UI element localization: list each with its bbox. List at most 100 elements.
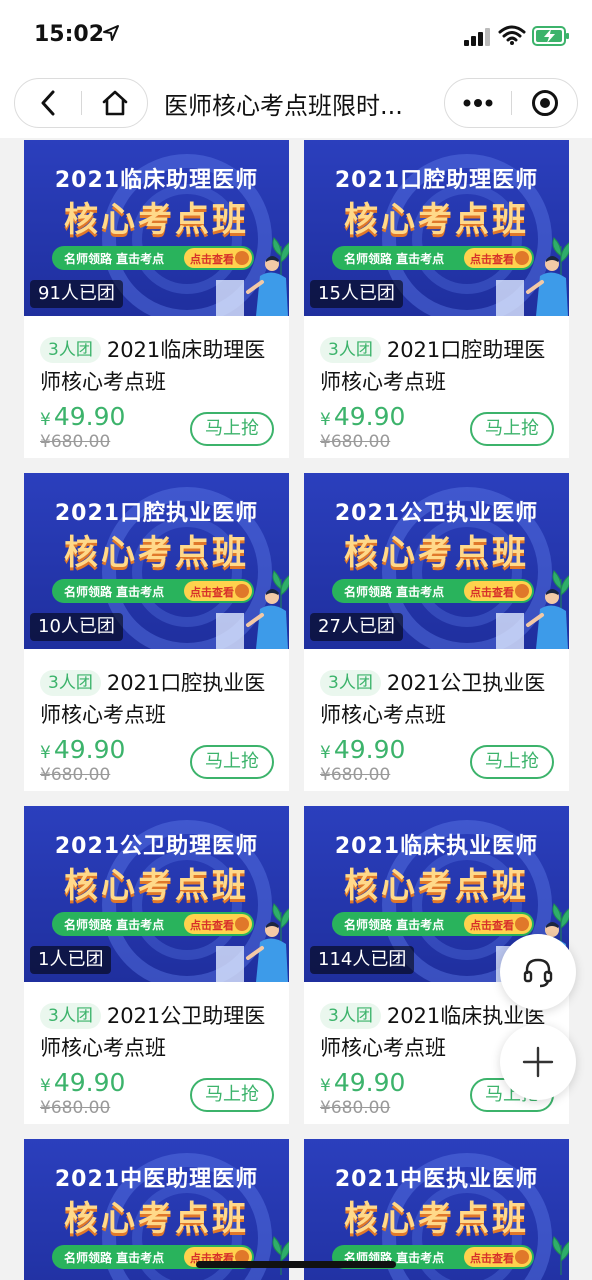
chevron-left-icon — [41, 90, 55, 116]
price-value: 49.90 — [333, 402, 406, 431]
status-bar: 15:02 — [0, 0, 592, 70]
banner-title: 2021临床助理医师 — [54, 168, 259, 193]
banner-subtitle: 核心考点班 — [344, 533, 529, 573]
product-card[interactable]: 2021公卫执业医师 核心考点班 名师领路 直击考点 点击查看 27人已团 3人… — [304, 473, 569, 791]
banner-strip: 名师领路 直击考点 点击查看 — [332, 579, 534, 603]
product-name-row: 3人团 2021公卫助理医师核心考点班 — [40, 1000, 280, 1064]
price-value: 49.90 — [53, 1068, 126, 1097]
play-icon — [515, 1250, 529, 1264]
more-dots-icon — [463, 99, 493, 107]
person-illustration — [246, 256, 288, 316]
leaf-illustration — [552, 1236, 569, 1275]
strip-text: 名师领路 直击考点 — [64, 918, 165, 932]
banner-strip: 名师领路 直击考点 点击查看 — [52, 912, 254, 936]
price: ¥49.90 — [40, 735, 126, 764]
strip-text: 名师领路 直击考点 — [64, 252, 165, 266]
person-illustration — [526, 589, 568, 649]
banner-subtitle: 核心考点班 — [64, 866, 249, 906]
signal-icon — [464, 28, 490, 46]
price: ¥49.90 — [320, 735, 406, 764]
product-banner: 2021公卫执业医师 核心考点班 名师领路 直击考点 点击查看 27人已团 — [304, 473, 569, 649]
add-button[interactable] — [500, 1024, 576, 1100]
banner-title: 2021临床执业医师 — [334, 834, 539, 859]
product-banner: 2021口腔执业医师 核心考点班 名师领路 直击考点 点击查看 10人已团 — [24, 473, 289, 649]
status-time: 15:02 — [34, 22, 105, 47]
price: ¥49.90 — [320, 1068, 406, 1097]
original-price: ¥680.00 — [40, 765, 111, 785]
more-button[interactable] — [445, 79, 511, 127]
original-price: ¥680.00 — [320, 765, 391, 785]
buy-now-button[interactable]: 马上抢 — [470, 745, 554, 779]
original-price: ¥680.00 — [40, 1098, 111, 1118]
strip-text: 名师领路 直击考点 — [344, 252, 445, 266]
team-tag: 3人团 — [40, 1003, 101, 1029]
product-banner: 2021中医助理医师 核心考点班 名师领路 直击考点 点击查看 — [24, 1139, 289, 1280]
joined-count: 91人已团 — [30, 280, 123, 308]
price: ¥49.90 — [40, 1068, 126, 1097]
team-tag: 3人团 — [40, 670, 101, 696]
product-card[interactable]: 2021中医助理医师 核心考点班 名师领路 直击考点 点击查看 — [24, 1139, 289, 1280]
home-button[interactable] — [82, 79, 148, 127]
page-title: 医师核心考点班限时... — [164, 92, 403, 120]
customer-service-button[interactable] — [500, 934, 576, 1010]
strip-text: 名师领路 直击考点 — [344, 585, 445, 599]
product-name-row: 3人团 2021临床助理医师核心考点班 — [40, 334, 280, 398]
illustration-screen — [216, 946, 244, 982]
price: ¥49.90 — [320, 402, 406, 431]
home-icon — [102, 90, 128, 116]
product-card[interactable]: 2021口腔助理医师 核心考点班 名师领路 直击考点 点击查看 15人已团 3人… — [304, 140, 569, 458]
joined-count: 27人已团 — [310, 613, 403, 641]
mini-program-capsule — [444, 78, 578, 128]
product-banner: 2021公卫助理医师 核心考点班 名师领路 直击考点 点击查看 1人已团 — [24, 806, 289, 982]
price: ¥49.90 — [40, 402, 126, 431]
illustration-screen — [216, 613, 244, 649]
plus-icon — [522, 1046, 554, 1078]
buy-now-button[interactable]: 马上抢 — [190, 745, 274, 779]
banner-title: 2021中医执业医师 — [334, 1167, 539, 1192]
nav-pill — [14, 78, 148, 128]
banner-title: 2021中医助理医师 — [54, 1167, 259, 1192]
banner-subtitle: 核心考点班 — [344, 1199, 529, 1239]
strip-text: 名师领路 直击考点 — [64, 585, 165, 599]
banner-subtitle: 核心考点班 — [64, 200, 249, 240]
person-illustration — [246, 589, 288, 649]
wifi-icon — [498, 25, 526, 45]
person-illustration — [526, 256, 568, 316]
product-card[interactable]: 2021临床助理医师 核心考点班 名师领路 直击考点 点击查看 91人已团 3人… — [24, 140, 289, 458]
banner-subtitle: 核心考点班 — [64, 1199, 249, 1239]
price-value: 49.90 — [333, 735, 406, 764]
team-tag: 3人团 — [320, 337, 381, 363]
product-card[interactable]: 2021口腔执业医师 核心考点班 名师领路 直击考点 点击查看 10人已团 3人… — [24, 473, 289, 791]
buy-now-button[interactable]: 马上抢 — [190, 412, 274, 446]
joined-count: 15人已团 — [310, 280, 403, 308]
close-button[interactable] — [512, 79, 578, 127]
banner-title: 2021公卫执业医师 — [334, 501, 539, 526]
banner-strip: 名师领路 直击考点 点击查看 — [332, 246, 534, 270]
team-tag: 3人团 — [320, 670, 381, 696]
banner-subtitle: 核心考点班 — [64, 533, 249, 573]
card-info: 3人团 2021临床助理医师核心考点班 ¥49.90 ¥680.00 马上抢 — [24, 316, 289, 458]
original-price: ¥680.00 — [320, 432, 391, 452]
strip-button: 点击查看 — [464, 1247, 532, 1267]
joined-count: 10人已团 — [30, 613, 123, 641]
home-indicator — [196, 1261, 396, 1268]
back-button[interactable] — [15, 79, 81, 127]
product-card[interactable]: 2021中医执业医师 核心考点班 名师领路 直击考点 点击查看 — [304, 1139, 569, 1280]
team-tag: 3人团 — [320, 1003, 381, 1029]
card-info: 3人团 2021公卫助理医师核心考点班 ¥49.90 ¥680.00 马上抢 — [24, 982, 289, 1124]
illustration-screen — [216, 280, 244, 316]
illustration-screen — [496, 280, 524, 316]
buy-now-button[interactable]: 马上抢 — [190, 1078, 274, 1112]
card-info: 3人团 2021口腔助理医师核心考点班 ¥49.90 ¥680.00 马上抢 — [304, 316, 569, 458]
original-price: ¥680.00 — [320, 1098, 391, 1118]
price-value: 49.90 — [333, 1068, 406, 1097]
product-card[interactable]: 2021公卫助理医师 核心考点班 名师领路 直击考点 点击查看 1人已团 3人团… — [24, 806, 289, 1124]
product-banner: 2021临床助理医师 核心考点班 名师领路 直击考点 点击查看 91人已团 — [24, 140, 289, 316]
banner-subtitle: 核心考点班 — [344, 866, 529, 906]
buy-now-button[interactable]: 马上抢 — [470, 412, 554, 446]
banner-strip: 名师领路 直击考点 点击查看 — [52, 579, 254, 603]
product-name-row: 3人团 2021公卫执业医师核心考点班 — [320, 667, 560, 731]
price-value: 49.90 — [53, 402, 126, 431]
strip-text: 名师领路 直击考点 — [64, 1251, 165, 1265]
illustration-screen — [496, 613, 524, 649]
